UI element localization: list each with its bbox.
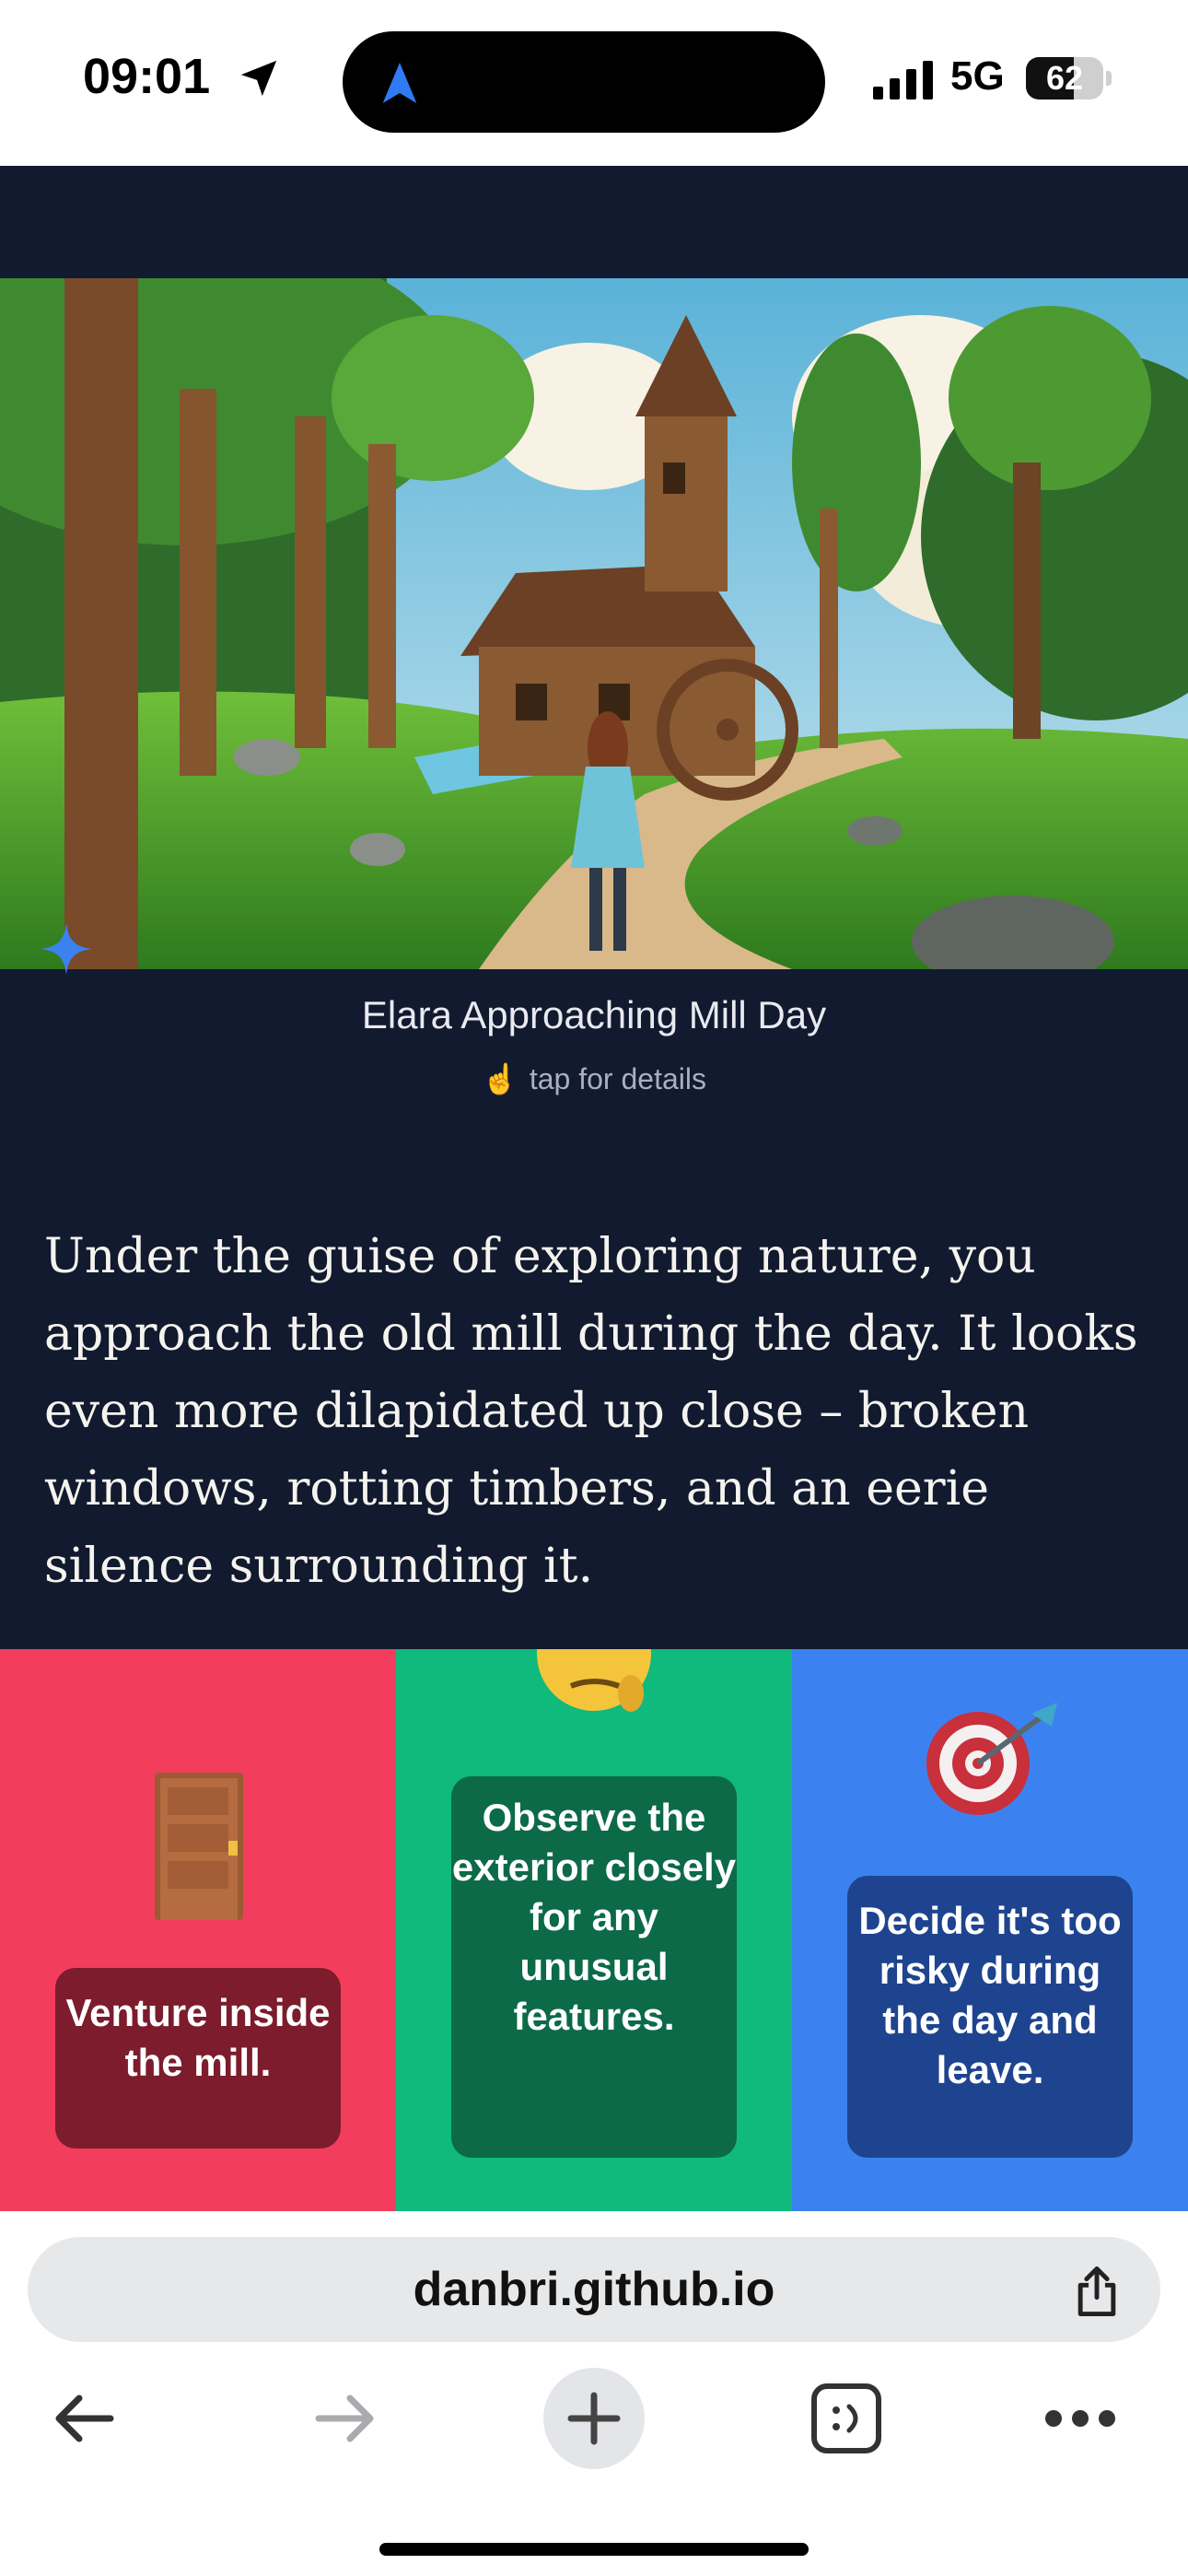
scene-illustration[interactable]	[0, 278, 1188, 969]
choice-leave[interactable]: Decide it's too risky during the day and…	[792, 1649, 1188, 2211]
story-page: Elara Approaching Mill Day ☝ tap for deta…	[0, 166, 1188, 2211]
new-tab-plus-icon[interactable]	[543, 2368, 645, 2469]
door-icon	[155, 1773, 243, 1920]
forward-arrow-icon[interactable]	[291, 2368, 392, 2469]
back-arrow-icon[interactable]	[37, 2368, 138, 2469]
more-options-icon[interactable]	[1030, 2368, 1131, 2469]
pointing-hand-icon: ☝	[482, 1062, 518, 1095]
share-icon[interactable]	[1072, 2265, 1122, 2318]
status-time: 09:01	[83, 49, 211, 104]
url-text[interactable]: danbri.github.io	[28, 2237, 1160, 2342]
target-icon	[926, 1703, 1057, 1815]
battery-icon: 62	[1026, 57, 1112, 101]
choice-venture-inside[interactable]: Venture inside the mill.	[0, 1649, 396, 2211]
thinking-face-icon	[537, 1649, 651, 1712]
tap-hint-text: tap for details	[529, 1062, 706, 1095]
choice-label[interactable]: Observe the exterior closely for any unu…	[451, 1776, 737, 2158]
sparkle-icon	[41, 923, 92, 975]
choices-row: Venture inside the mill. Observe the ext…	[0, 1649, 1188, 2211]
choice-label[interactable]: Venture inside the mill.	[55, 1968, 341, 2149]
address-bar[interactable]: danbri.github.io	[28, 2237, 1160, 2342]
network-type: 5G	[950, 53, 1005, 99]
location-arrow-icon	[240, 60, 277, 97]
dynamic-island	[343, 31, 825, 133]
choice-label[interactable]: Decide it's too risky during the day and…	[847, 1876, 1133, 2158]
cellular-signal-icon	[873, 61, 933, 100]
home-indicator[interactable]	[379, 2543, 809, 2556]
tabs-icon[interactable]	[796, 2368, 897, 2469]
tap-for-details-hint[interactable]: ☝ tap for details	[0, 1061, 1188, 1096]
image-caption[interactable]: Elara Approaching Mill Day	[0, 993, 1188, 1037]
choice-observe-exterior[interactable]: Observe the exterior closely for any unu…	[396, 1649, 792, 2211]
browser-toolbar: danbri.github.io	[0, 2211, 1188, 2576]
status-bar: 09:01 5G 62	[0, 0, 1188, 166]
battery-level: 62	[1045, 59, 1084, 97]
navigation-icon	[382, 63, 417, 103]
story-text: Under the guise of exploring nature, you…	[44, 1229, 1138, 1594]
